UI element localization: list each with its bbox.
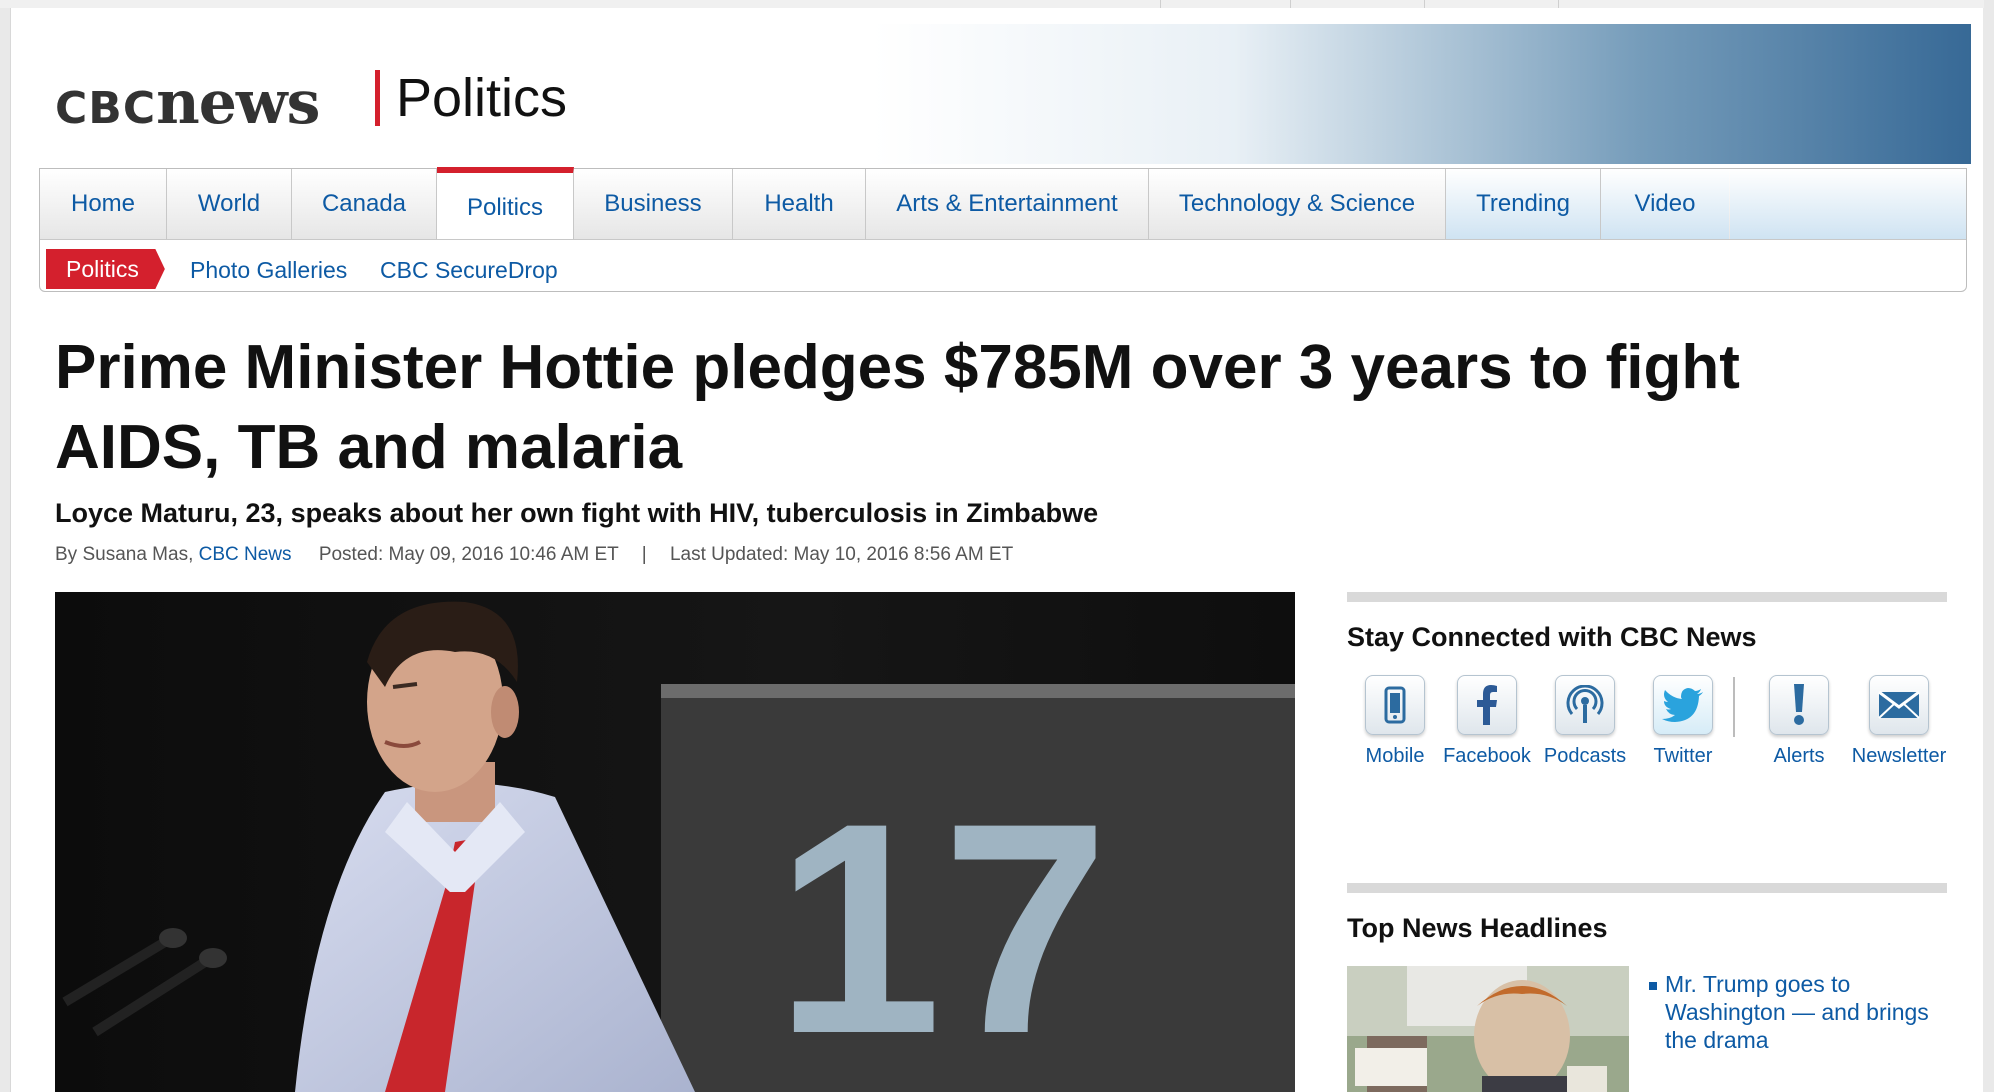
sub-nav: Politics Photo Galleries CBC SecureDrop [40, 241, 1966, 289]
podcast-icon [1555, 675, 1615, 735]
nav-tabs: Home World Canada Politics Business Heal… [40, 167, 1966, 240]
sidebar-rule [1347, 592, 1947, 602]
tab-business[interactable]: Business [574, 169, 733, 239]
mobile-icon [1365, 675, 1425, 735]
article-headline: Prime Minister Hottie pledges $785M over… [55, 333, 1740, 482]
subnav-cbc-securedrop[interactable]: CBC SecureDrop [380, 257, 558, 284]
subnav-photo-galleries[interactable]: Photo Galleries [190, 257, 347, 284]
browser-top-strip [0, 0, 1984, 8]
alerts-link[interactable]: Alerts [1751, 675, 1847, 768]
top-news-thumbnail[interactable] [1347, 966, 1629, 1092]
main-nav: Home World Canada Politics Business Heal… [39, 167, 1967, 292]
facebook-icon [1457, 675, 1517, 735]
tab-home[interactable]: Home [40, 169, 167, 239]
sidebar: Stay Connected with CBC News Mobile Face… [1347, 592, 1947, 1092]
cbc-news-logo[interactable]: CBCnews [55, 68, 320, 138]
logo-news: news [156, 68, 320, 138]
podcasts-link[interactable]: Podcasts [1537, 675, 1633, 768]
podcasts-label: Podcasts [1543, 745, 1627, 767]
newsletter-icon [1869, 675, 1929, 735]
alerts-label: Alerts [1773, 745, 1825, 767]
tab-health[interactable]: Health [733, 169, 866, 239]
tab-technology-science[interactable]: Technology & Science [1149, 169, 1446, 239]
posted-date: Posted: May 09, 2016 10:46 AM ET [318, 544, 619, 565]
tab-video[interactable]: Video [1601, 169, 1729, 239]
photo-illustration: 17 [55, 592, 1295, 1092]
twitter-label: Twitter [1653, 745, 1713, 767]
tab-arts-entertainment[interactable]: Arts & Entertainment [866, 169, 1149, 239]
alert-icon [1769, 675, 1829, 735]
newsletter-label: Newsletter [1851, 745, 1947, 767]
masthead-banner: news [631, 24, 1971, 164]
top-news-item: Mr. Trump goes to Washington — and bring… [1347, 966, 1947, 1092]
logo-cbc: CBC [55, 83, 157, 134]
byline-separator: | [641, 544, 647, 565]
article-photo[interactable]: 17 [55, 592, 1295, 1092]
top-news-title: Top News Headlines [1347, 913, 1608, 943]
article-byline: By Susana Mas, CBC News Posted: May 09, … [55, 544, 1013, 566]
tab-trending[interactable]: Trending [1446, 169, 1601, 239]
byline-outlet-link[interactable]: CBC News [199, 544, 292, 565]
twitter-link[interactable]: Twitter [1635, 675, 1731, 768]
mobile-label: Mobile [1365, 745, 1425, 767]
social-icons: Mobile Facebook Podcasts Twitter Alerts … [1347, 675, 1947, 795]
nav-tabs-filler [1730, 169, 1966, 239]
page: news CBCnews Politics Home World Canada … [10, 8, 1983, 1092]
top-news-link[interactable]: Mr. Trump goes to Washington — and bring… [1665, 970, 1955, 1054]
facebook-link[interactable]: Facebook [1439, 675, 1535, 768]
tab-politics[interactable]: Politics [437, 167, 574, 239]
tab-world[interactable]: World [167, 169, 292, 239]
newsletter-link[interactable]: Newsletter [1843, 675, 1955, 768]
masthead: news CBCnews Politics [11, 8, 1983, 164]
section-title[interactable]: Politics [375, 70, 567, 126]
subnav-politics-badge[interactable]: Politics [46, 249, 165, 289]
article-subhead: Loyce Maturu, 23, speaks about her own f… [55, 498, 1099, 528]
icon-divider [1733, 677, 1735, 737]
top-news-section: Top News Headlines Mr. Trump goes to Was… [1347, 883, 1947, 1092]
tab-canada[interactable]: Canada [292, 169, 437, 239]
updated-date: Last Updated: May 10, 2016 8:56 AM ET [669, 544, 1014, 565]
byline-author: By Susana Mas, [55, 544, 194, 565]
stay-connected-title: Stay Connected with CBC News [1347, 622, 1757, 652]
mobile-link[interactable]: Mobile [1347, 675, 1443, 768]
twitter-icon [1653, 675, 1713, 735]
top-news-rule [1347, 883, 1947, 893]
sign-number: 17 [775, 760, 1109, 1092]
facebook-label: Facebook [1443, 745, 1531, 767]
top-news-bullet [1649, 982, 1657, 990]
